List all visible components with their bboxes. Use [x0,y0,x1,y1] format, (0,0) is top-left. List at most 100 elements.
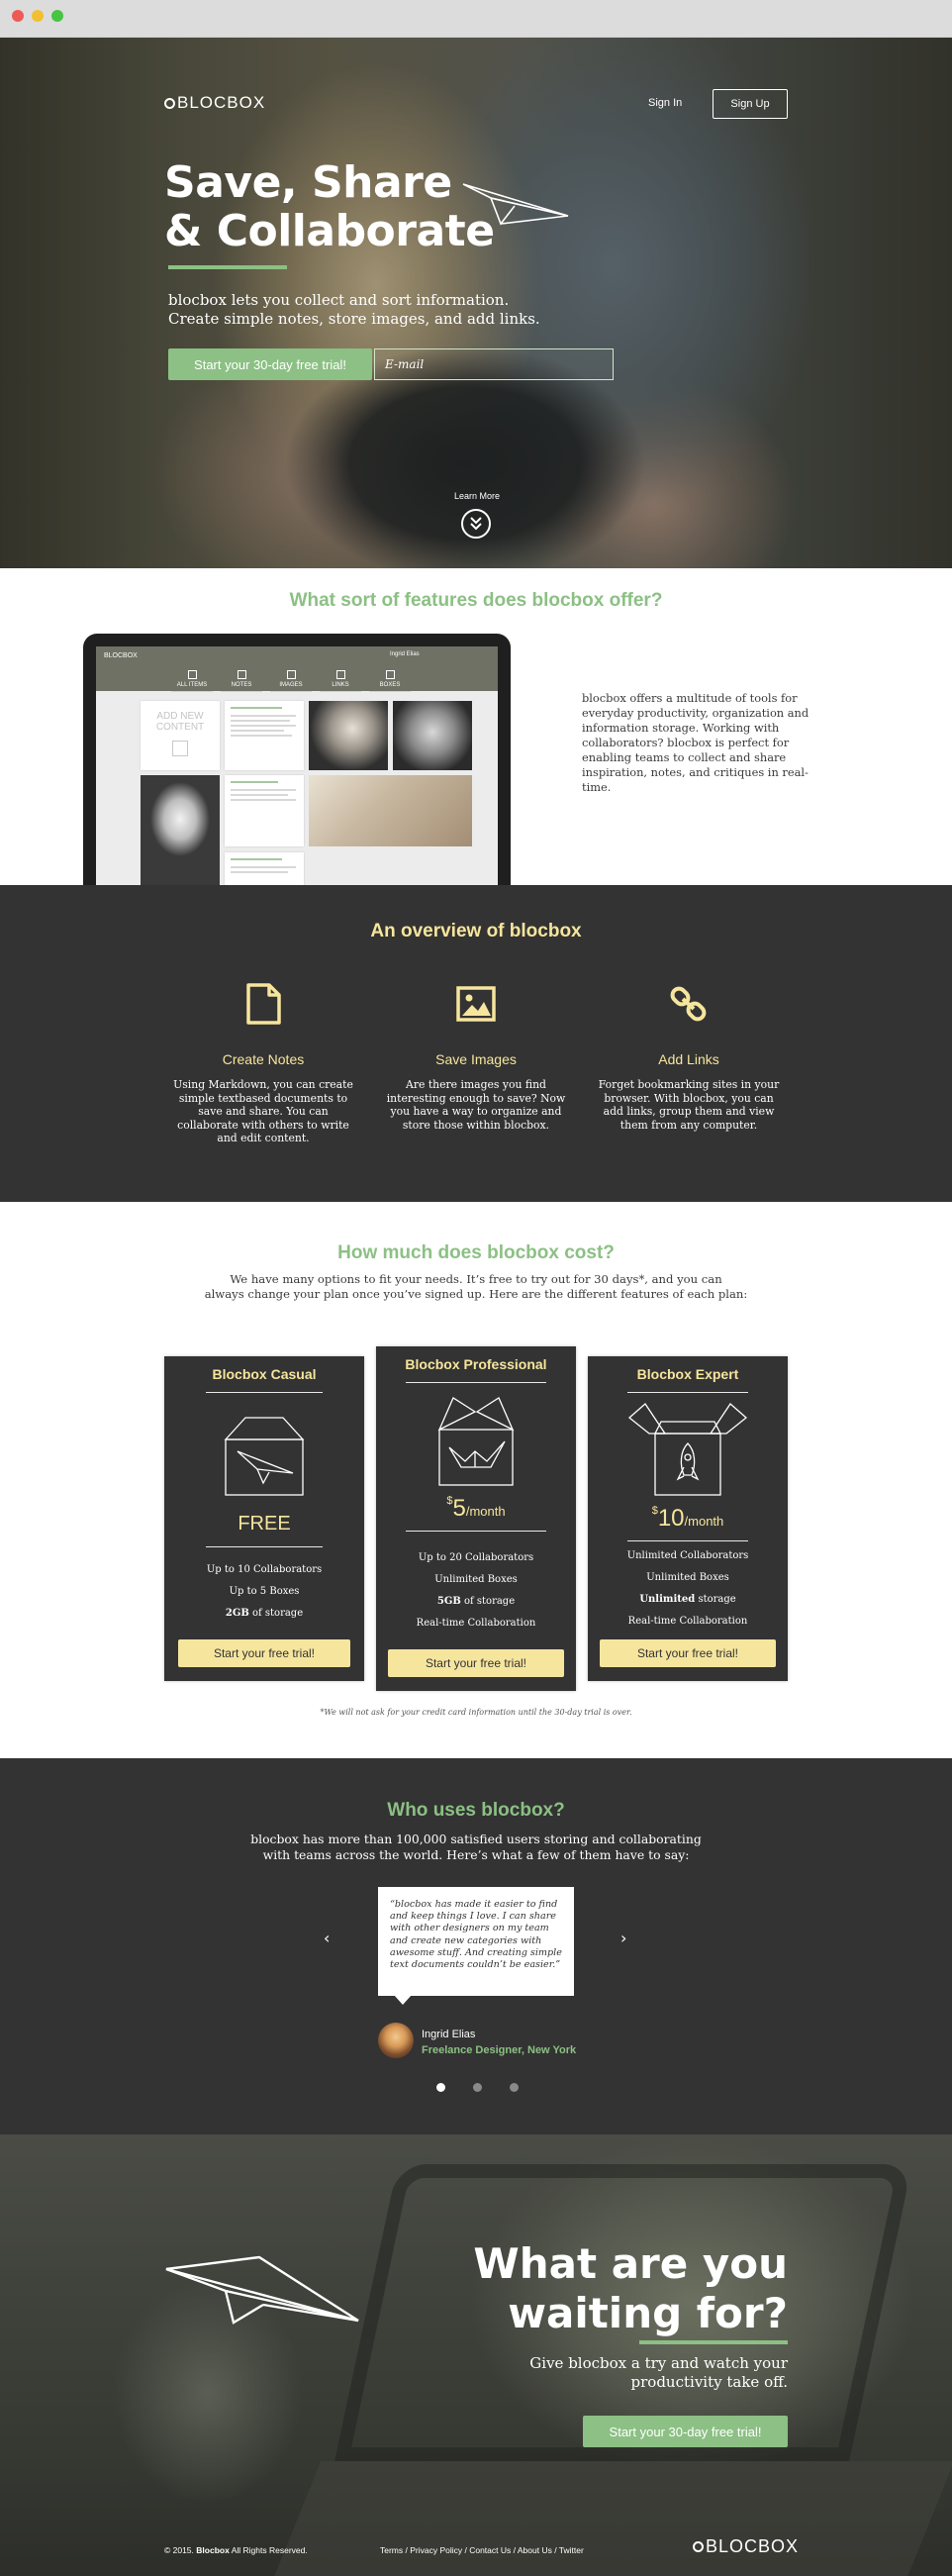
plan-feature: 5GB of storage [436,1596,516,1607]
image-card [309,775,472,846]
plan-feature: Real-time Collaboration [627,1616,748,1627]
footer-links[interactable]: Terms / Privacy Policy / Contact Us / Ab… [380,2545,584,2555]
cta-title-line: waiting for? [508,2289,788,2337]
email-input[interactable]: E-mail [374,348,614,380]
plan-divider [206,1546,323,1547]
plan-price: $10/month [588,1505,788,1533]
testimonial-role: Freelance Designer, New York [422,2044,577,2056]
browser-toolbar [0,0,952,38]
price-amount: FREE [238,1513,291,1535]
hero-title-line: Save, Share [164,157,452,208]
plan-card-casual: Blocbox Casual FREE Up to 10 Collaborato… [164,1356,364,1681]
plan-feature: Unlimited Boxes [646,1572,729,1583]
close-window-button[interactable] [12,10,24,22]
plan-trial-button[interactable]: Start your free trial! [388,1649,564,1677]
maximize-window-button[interactable] [51,10,63,22]
hero-title: Save, Share & Collaborate [164,158,495,255]
app-tab: LINKS [320,670,361,692]
note-card [225,775,304,846]
image-card [141,775,220,885]
price-period: /month [684,1514,724,1529]
pricing-intro-line: We have many options to fit your needs. … [230,1272,722,1286]
plan-trial-button[interactable]: Start your free trial! [600,1639,776,1667]
copyright-brand: Blocbox [196,2545,230,2555]
next-testimonial-button[interactable]: › [620,1929,626,1947]
note-card [225,852,304,885]
carousel-dot[interactable] [436,2083,445,2092]
plan-divider [406,1382,546,1383]
paper-plane-icon [165,2255,359,2325]
plan-feature: Real-time Collaboration [416,1618,536,1629]
image-card [393,701,472,770]
plan-feature: Up to 5 Boxes [229,1586,300,1597]
plan-name: Blocbox Professional [405,1356,547,1372]
cta-section: What are you waiting for? Give blocbox a… [0,2134,952,2576]
scroll-down-button[interactable] [461,509,491,539]
app-tab: BOXES [369,670,411,692]
carousel-dot[interactable] [510,2083,519,2092]
plan-divider [206,1392,323,1393]
testimonials-subtitle-line: blocbox has more than 100,000 satisfied … [250,1832,702,1846]
testimonials-subtitle-line: with teams across the world. Here’s what… [262,1847,690,1862]
app-tab: ALL ITEMS [171,670,213,692]
quote-pointer [394,1995,412,2005]
overview-text: Using Markdown, you can create simple te… [173,1078,353,1144]
hero-section: BLOCBOX Sign In Sign Up Save, Share & Co… [0,38,952,568]
laptop-mockup: BLOCBOX Ingrid Elias ALL ITEMS NOTES IMA… [83,634,511,885]
logo-text: BLOCBOX [706,2536,800,2556]
hero-subtitle: blocbox lets you collect and sort inform… [168,291,584,329]
hero-title-line: & Collaborate [164,206,495,256]
logo-icon [164,97,175,109]
plus-icon [172,741,188,756]
price-amount: 10 [657,1505,685,1532]
plan-trial-button[interactable]: Start your free trial! [178,1639,350,1667]
plan-divider [406,1531,546,1532]
copyright-text: All Rights Reserved. [231,2545,308,2555]
plan-price: FREE [164,1513,364,1536]
features-title: What sort of features does blocbox offer… [289,590,663,611]
add-content-card: ADD NEW CONTENT [141,701,220,770]
crane-box-icon [437,1397,515,1486]
testimonials-section: Who uses blocbox? blocbox has more than … [0,1758,952,2134]
sign-up-button[interactable]: Sign Up [713,89,788,119]
app-user-name: Ingrid Elias [390,651,420,657]
overview-text: Are there images you find interesting en… [386,1078,566,1132]
plan-feature: Unlimited Boxes [434,1574,518,1585]
copyright-year: © 2015. [164,2545,194,2555]
sign-in-link[interactable]: Sign In [648,97,682,109]
features-description: blocbox offers a multitude of tools for … [582,691,809,794]
testimonials-subtitle: blocbox has more than 100,000 satisfied … [194,1832,758,1863]
previous-testimonial-button[interactable]: ‹ [324,1929,330,1947]
plan-feature: Up to 20 Collaborators [418,1552,534,1563]
logo-text: BLOCBOX [177,93,266,112]
free-trial-button[interactable]: Start your 30-day free trial! [168,348,372,380]
plan-feature: Unlimited Collaborators [626,1550,749,1561]
free-trial-button[interactable]: Start your 30-day free trial! [583,2416,788,2447]
overview-heading: Add Links [658,1051,719,1067]
minimize-window-button[interactable] [32,10,44,22]
plan-feature: Up to 10 Collaborators [206,1564,323,1575]
carousel-dot[interactable] [473,2083,482,2092]
testimonial-quote: “blocbox has made it easier to find and … [378,1887,574,1996]
overview-heading: Save Images [435,1051,517,1067]
overview-item-images: Save Images Are there images you find in… [382,982,570,1132]
learn-more-label[interactable]: Learn More [435,491,519,501]
add-content-label: ADD NEW CONTENT [144,711,216,733]
background-keyboard-photo [272,2461,952,2576]
hero-subtitle-line: Create simple notes, store images, and a… [168,310,540,328]
plan-price: $5/month [376,1495,576,1523]
document-icon [243,982,283,1026]
add-content-line: ADD NEW [156,711,204,722]
logo-icon [693,2541,704,2552]
overview-item-notes: Create Notes Using Markdown, you can cre… [169,982,357,1145]
cta-title: What are you waiting for? [416,2239,788,2338]
pricing-intro-line: always change your plan once you’ve sign… [204,1287,748,1301]
cta-subtitle-line: Give blocbox a try and watch your [529,2354,788,2372]
logo[interactable]: BLOCBOX [164,93,265,113]
overview-title: An overview of blocbox [370,921,582,941]
add-content-line: CONTENT [155,722,205,733]
footer-logo[interactable]: BLOCBOX [693,2536,799,2557]
plan-feature: Unlimited storage [639,1594,736,1605]
link-icon [669,982,709,1026]
hero-subtitle-line: blocbox lets you collect and sort inform… [168,291,510,309]
